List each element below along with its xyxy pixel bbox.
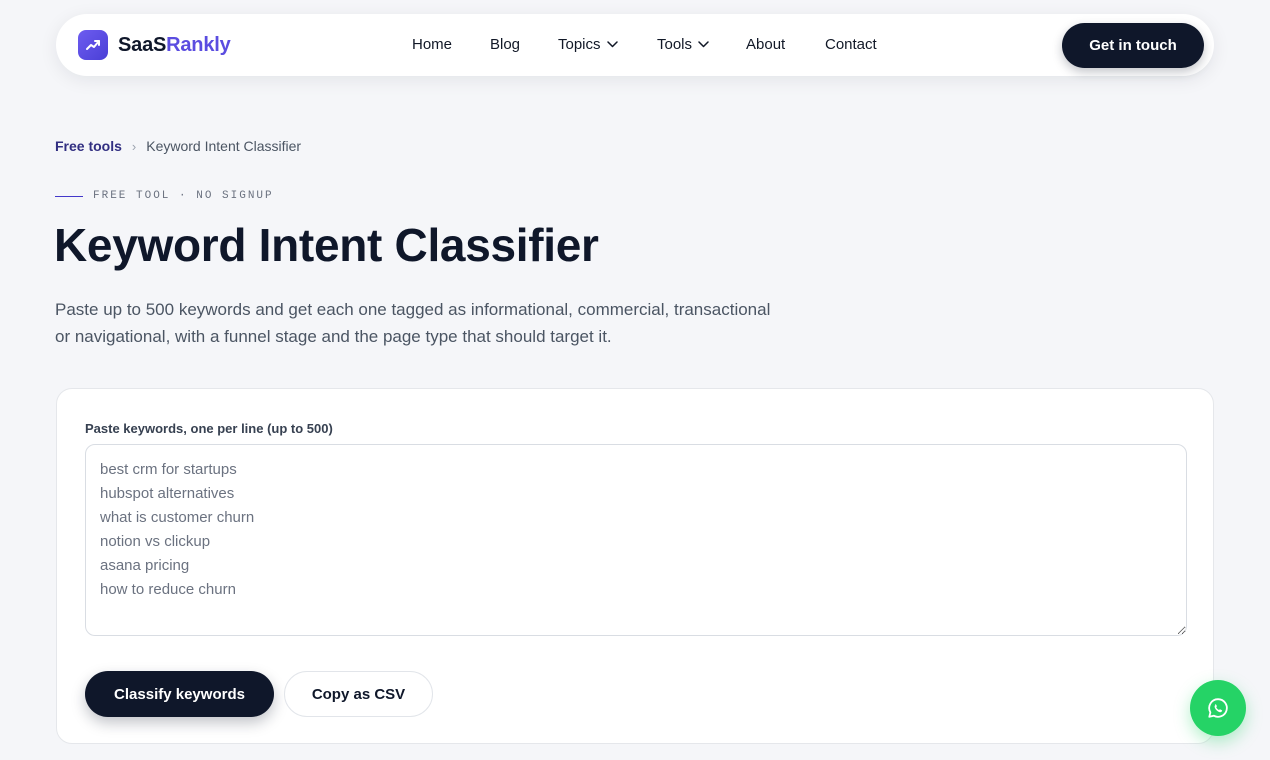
nav-item-label: Tools — [657, 36, 693, 53]
breadcrumb: Free tools › Keyword Intent Classifier — [55, 138, 301, 154]
nav-item-blog[interactable]: Blog — [490, 36, 520, 53]
keywords-textarea[interactable] — [85, 444, 1187, 636]
eyebrow-rule — [55, 195, 83, 197]
chevron-down-icon — [698, 41, 709, 48]
classifier-card: Paste keywords, one per line (up to 500)… — [56, 388, 1214, 744]
nav-item-label: Topics — [558, 36, 601, 53]
eyebrow-text: FREE TOOL · NO SIGNUP — [93, 190, 274, 202]
chevron-down-icon — [606, 41, 618, 48]
page-description: Paste up to 500 keywords and get each on… — [55, 300, 771, 346]
breadcrumb-free-tools-link[interactable]: Free tools — [55, 138, 122, 154]
nav-item-label: About — [746, 36, 786, 53]
breadcrumb-separator: › — [131, 138, 137, 154]
whatsapp-chat-button[interactable] — [1190, 680, 1246, 736]
nav-item-label: Contact — [825, 36, 877, 53]
nav-item-label: Blog — [490, 36, 521, 53]
breadcrumb-current: Keyword Intent Classifier — [146, 138, 302, 154]
site-header: SaaSRankly Home Blog Topics Tools About … — [56, 14, 1214, 76]
nav-item-topics[interactable]: Topics — [558, 36, 618, 53]
keywords-field-label: Paste keywords, one per line (up to 500) — [85, 421, 333, 436]
nav-item-tools[interactable]: Tools — [657, 36, 709, 53]
nav-item-home[interactable]: Home — [412, 36, 452, 53]
nav-item-label: Home — [412, 36, 453, 53]
main-nav: Home Blog Topics Tools About Contact — [56, 14, 1214, 76]
whatsapp-icon — [1206, 696, 1230, 720]
get-in-touch-button[interactable]: Get in touch — [1062, 23, 1204, 68]
copy-csv-button[interactable]: Copy as CSV — [284, 671, 433, 717]
page-title: Keyword Intent Classifier — [54, 219, 599, 271]
nav-item-about[interactable]: About — [746, 36, 785, 53]
nav-item-contact[interactable]: Contact — [825, 36, 877, 53]
classify-keywords-button[interactable]: Classify keywords — [85, 671, 274, 717]
eyebrow: FREE TOOL · NO SIGNUP — [55, 190, 274, 202]
